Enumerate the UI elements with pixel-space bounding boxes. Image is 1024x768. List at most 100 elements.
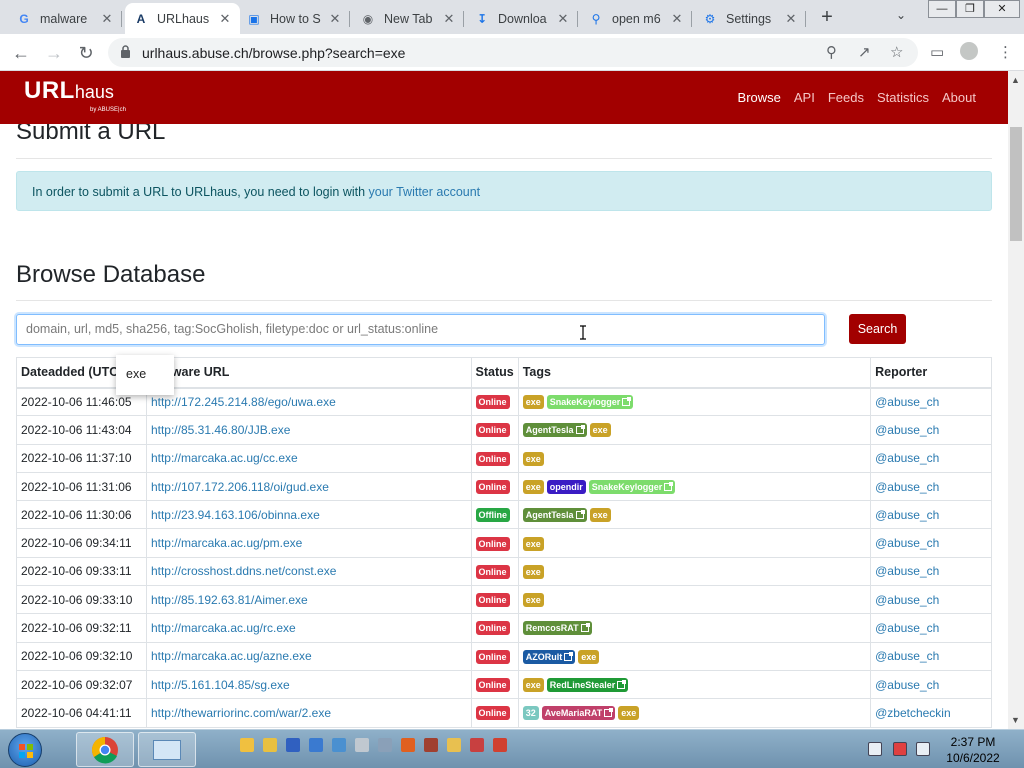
malware-url-link[interactable]: http://23.94.163.106/obinna.exe [151, 508, 320, 522]
tag-badge[interactable]: exe [578, 649, 600, 664]
browser-tab[interactable]: ↧ Downloa ✕ [466, 3, 578, 34]
external-link-icon[interactable] [575, 510, 585, 520]
malware-url-link[interactable]: http://thewarriorinc.com/war/2.exe [151, 706, 331, 720]
close-window-button[interactable]: ✕ [984, 0, 1020, 18]
close-tab-icon[interactable]: ✕ [670, 11, 684, 27]
forward-button[interactable]: → [42, 41, 66, 65]
profile-avatar-icon[interactable] [960, 42, 978, 60]
reporter-link[interactable]: @abuse_ch [875, 480, 939, 494]
external-link-icon[interactable] [664, 481, 674, 491]
tool-icon[interactable] [355, 738, 369, 752]
tag-badge[interactable]: exe [618, 706, 640, 721]
twitter-login-link[interactable]: your Twitter account [369, 185, 481, 199]
tag-badge[interactable]: exe [522, 678, 544, 693]
malware-url-link[interactable]: http://crosshost.ddns.net/const.exe [151, 564, 336, 578]
external-link-icon[interactable] [622, 397, 632, 407]
tag-badge[interactable]: 32 [522, 706, 539, 721]
external-link-icon[interactable] [575, 425, 585, 435]
reporter-link[interactable]: @abuse_ch [875, 649, 939, 663]
winrar-icon[interactable] [424, 738, 438, 752]
tag-badge[interactable]: AveMariaRAT [541, 706, 616, 721]
reporter-link[interactable]: @abuse_ch [875, 621, 939, 635]
reload-button[interactable]: ↻ [74, 41, 98, 65]
reporter-link[interactable]: @abuse_ch [875, 423, 939, 437]
scroll-down-icon[interactable]: ▼ [1011, 715, 1020, 725]
share-icon[interactable]: ↗ [858, 43, 871, 61]
archive-icon[interactable] [447, 738, 461, 752]
external-link-icon[interactable] [617, 680, 627, 690]
tag-badge[interactable]: RedLineStealer [546, 678, 629, 693]
browser-tab[interactable]: ⚙ Settings ✕ [694, 3, 806, 34]
reporter-link[interactable]: @abuse_ch [875, 451, 939, 465]
browser-tab[interactable]: ⚲ open m6 ✕ [580, 3, 692, 34]
malware-url-link[interactable]: http://5.161.104.85/sg.exe [151, 678, 290, 692]
address-url[interactable]: urlhaus.abuse.ch/browse.php?search=exe [142, 45, 405, 61]
tab-search-icon[interactable]: ⌄ [896, 8, 906, 22]
reporter-link[interactable]: @abuse_ch [875, 678, 939, 692]
malware-url-link[interactable]: http://marcaka.ac.ug/azne.exe [151, 649, 312, 663]
malware-url-link[interactable]: http://172.245.214.88/ego/uwa.exe [151, 395, 336, 409]
screen-icon[interactable] [286, 738, 300, 752]
reporter-link[interactable]: @abuse_ch [875, 395, 939, 409]
tag-badge[interactable]: exe [589, 508, 611, 523]
close-tab-icon[interactable]: ✕ [784, 11, 798, 27]
reporter-link[interactable]: @abuse_ch [875, 593, 939, 607]
search-button[interactable]: Search [849, 314, 906, 344]
close-tab-icon[interactable]: ✕ [556, 11, 570, 27]
tag-badge[interactable]: SnakeKeylogger [546, 395, 634, 410]
autocomplete-suggestion[interactable]: exe [116, 355, 174, 395]
app-icon[interactable] [470, 738, 484, 752]
chrome-icon[interactable] [493, 738, 507, 752]
malware-url-link[interactable]: http://85.192.63.81/Aimer.exe [151, 593, 308, 607]
tag-badge[interactable]: exe [522, 451, 544, 466]
browser-tab[interactable]: ▣ How to S ✕ [238, 3, 350, 34]
taskbar-explorer-app[interactable] [138, 732, 196, 767]
flag-tray-icon[interactable] [893, 742, 907, 756]
tag-badge[interactable]: exe [589, 423, 611, 438]
close-tab-icon[interactable]: ✕ [100, 11, 114, 27]
malware-url-link[interactable]: http://marcaka.ac.ug/pm.exe [151, 536, 302, 550]
back-button[interactable]: ← [9, 41, 33, 65]
site-logo[interactable]: URLhaus by ABUSE|ch [24, 77, 126, 113]
address-bar[interactable]: urlhaus.abuse.ch/browse.php?search=exe ⚲… [108, 38, 918, 67]
tag-badge[interactable]: RemcosRAT [522, 621, 592, 636]
search-input[interactable]: domain, url, md5, sha256, tag:SocGholish… [16, 314, 825, 345]
close-tab-icon[interactable]: ✕ [328, 11, 342, 27]
taskbar-clock[interactable]: 2:37 PM 10/6/2022 [928, 734, 1018, 766]
browser-tab[interactable]: ◉ New Tab ✕ [352, 3, 464, 34]
lock-icon[interactable] [120, 45, 131, 58]
folder-icon[interactable] [240, 738, 254, 752]
new-tab-button[interactable]: + [816, 6, 838, 28]
taskbar-chrome-app[interactable] [76, 732, 134, 767]
malware-url-link[interactable]: http://107.172.206.118/oi/gud.exe [151, 480, 329, 494]
nav-link-statistics[interactable]: Statistics [877, 90, 929, 105]
bookmark-star-icon[interactable]: ☆ [890, 43, 903, 61]
tag-badge[interactable]: AZORult [522, 649, 576, 664]
scrollbar-thumb[interactable] [1010, 127, 1022, 241]
side-panel-icon[interactable]: ▭ [930, 43, 944, 61]
nav-link-about[interactable]: About [942, 90, 976, 105]
zoom-icon[interactable]: ⚲ [826, 43, 837, 61]
malware-url-link[interactable]: http://marcaka.ac.ug/rc.exe [151, 621, 296, 635]
external-link-icon[interactable] [604, 708, 614, 718]
reporter-link[interactable]: @abuse_ch [875, 564, 939, 578]
nav-link-feeds[interactable]: Feeds [828, 90, 864, 105]
scroll-up-icon[interactable]: ▲ [1011, 75, 1020, 85]
minimize-button[interactable]: — [928, 0, 956, 18]
external-link-icon[interactable] [580, 623, 590, 633]
close-tab-icon[interactable]: ✕ [442, 11, 456, 27]
browser-tab[interactable]: Gmalware ✕ [8, 3, 122, 34]
tag-badge[interactable]: opendir [546, 479, 586, 494]
malware-url-link[interactable]: http://marcaka.ac.ug/cc.exe [151, 451, 298, 465]
tag-badge[interactable]: exe [522, 536, 544, 551]
network-icon[interactable] [309, 738, 323, 752]
tag-badge[interactable]: exe [522, 395, 544, 410]
malware-url-link[interactable]: http://85.31.46.80/JJB.exe [151, 423, 290, 437]
reporter-link[interactable]: @zbetcheckin [875, 706, 951, 720]
page-scrollbar[interactable]: ▲ ▼ [1008, 71, 1024, 729]
network-tray-icon[interactable] [868, 742, 882, 756]
tag-badge[interactable]: exe [522, 564, 544, 579]
start-button[interactable] [8, 733, 42, 767]
tag-badge[interactable]: exe [522, 593, 544, 608]
browser-tab[interactable]: A URLhaus ✕ [125, 3, 240, 34]
